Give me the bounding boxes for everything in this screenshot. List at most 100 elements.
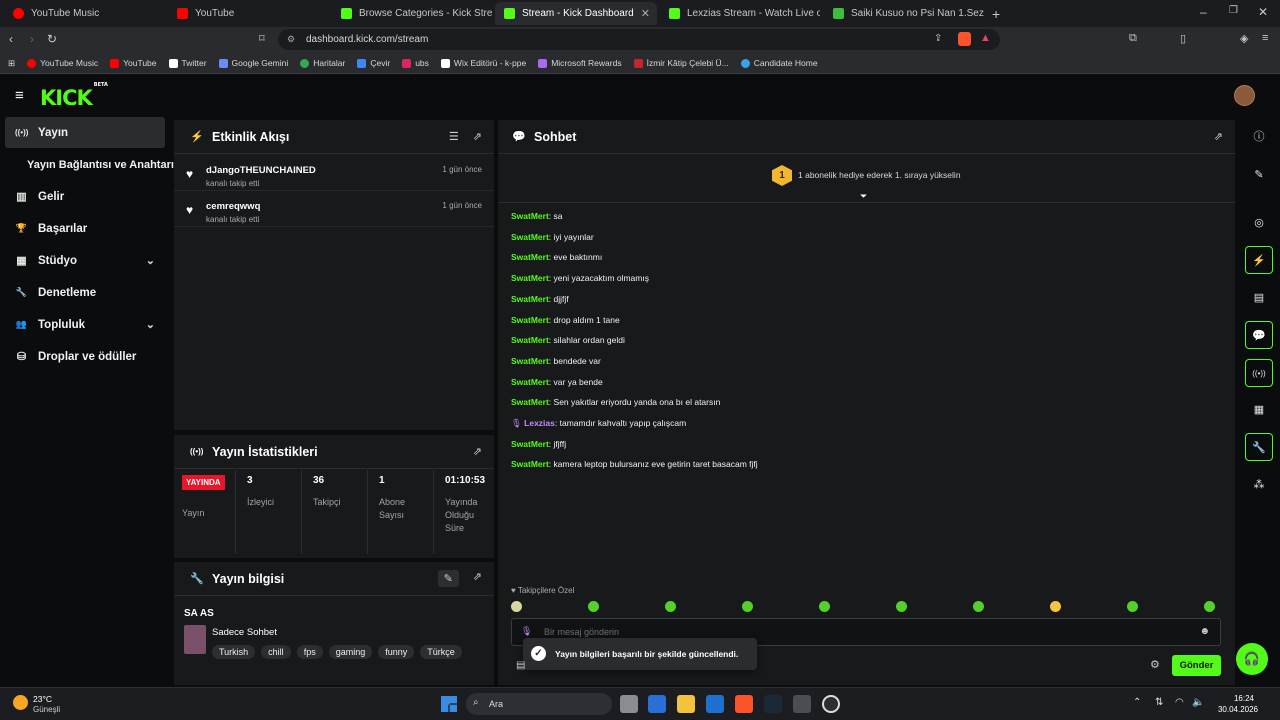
volume-icon[interactable]: 🔈 bbox=[1192, 697, 1204, 708]
sidebar-item-gelir[interactable]: ▥ Gelir bbox=[5, 181, 165, 212]
chat-username[interactable]: Lexzias bbox=[524, 418, 555, 428]
wrench-icon[interactable]: 🔧 bbox=[1245, 433, 1273, 461]
store-icon[interactable] bbox=[648, 695, 666, 713]
bookmark-youtube[interactable]: YouTube bbox=[104, 58, 162, 68]
bookmark-wix[interactable]: Wix Editörü - k-ppe bbox=[435, 58, 532, 68]
chat-username[interactable]: SwatMert bbox=[511, 232, 549, 242]
bookmark-twitter[interactable]: Twitter bbox=[163, 58, 213, 68]
brave-shields-icon[interactable] bbox=[958, 32, 971, 46]
reload-icon[interactable]: ↻ bbox=[47, 32, 57, 46]
emote-icon[interactable] bbox=[588, 601, 599, 612]
chat-promo-bar[interactable]: 1 1 abonelik hediye ederek 1. sıraya yük… bbox=[498, 155, 1235, 203]
emoji-icon[interactable]: ☻ bbox=[1199, 626, 1210, 637]
network-icon[interactable]: ⇅ bbox=[1155, 697, 1163, 708]
close-tab-icon[interactable]: ✕ bbox=[641, 7, 650, 20]
chat-settings-icon[interactable]: ▤ bbox=[516, 660, 525, 671]
kick-logo[interactable]: KICKBETA bbox=[40, 82, 108, 110]
popout-icon[interactable]: ⇗ bbox=[473, 130, 482, 143]
tab-youtube-music[interactable]: YouTube Music bbox=[4, 2, 169, 25]
wifi-icon[interactable]: ◠ bbox=[1175, 697, 1184, 708]
filter-icon[interactable]: ☰ bbox=[449, 130, 459, 143]
emote-icon[interactable] bbox=[819, 601, 830, 612]
chevron-down-icon[interactable]: ⌄ bbox=[146, 254, 155, 267]
extensions-icon[interactable]: ⧉ bbox=[1129, 32, 1137, 45]
back-icon[interactable]: ‹ bbox=[9, 32, 13, 46]
minimize-icon[interactable]: – bbox=[1200, 5, 1207, 19]
chat-username[interactable]: SwatMert bbox=[511, 459, 549, 469]
chat-username[interactable]: SwatMert bbox=[511, 397, 549, 407]
emote-icon[interactable] bbox=[511, 601, 522, 612]
chat-username[interactable]: SwatMert bbox=[511, 273, 549, 283]
clock-time[interactable]: 16:24 bbox=[1226, 694, 1262, 703]
tab-lexzias-stream[interactable]: Lexzias Stream - Watch Live on Kick bbox=[660, 2, 820, 25]
new-tab-icon[interactable]: + bbox=[992, 6, 1000, 22]
chat-username[interactable]: SwatMert bbox=[511, 294, 549, 304]
bookmark-candidate-home[interactable]: Candidate Home bbox=[735, 58, 824, 68]
tab-saiki-kusuo[interactable]: Saiki Kusuo no Psi Nan 1.Sezon 7.Bö bbox=[824, 2, 984, 25]
bookmark-ubs[interactable]: ubs bbox=[396, 58, 435, 68]
bookmark-maps[interactable]: Haritalar bbox=[294, 58, 351, 68]
chat-username[interactable]: SwatMert bbox=[511, 356, 549, 366]
lightning-icon[interactable]: ⚡ bbox=[1245, 246, 1273, 274]
close-window-icon[interactable]: ✕ bbox=[1258, 5, 1268, 19]
emote-icon[interactable] bbox=[1127, 601, 1138, 612]
send-button[interactable]: Gönder bbox=[1172, 655, 1221, 676]
tab-kick-dashboard[interactable]: Stream - Kick Dashboard ✕ bbox=[495, 2, 657, 25]
chat-username[interactable]: SwatMert bbox=[511, 252, 549, 262]
site-info-icon[interactable]: ⚙ bbox=[287, 34, 295, 45]
taskbar-search[interactable]: ⌕ Ara bbox=[466, 693, 612, 715]
edit-icon[interactable]: ✎ bbox=[437, 570, 459, 587]
emote-icon[interactable] bbox=[896, 601, 907, 612]
chevron-down-icon[interactable]: ⌄ bbox=[146, 318, 155, 331]
sidebar-item-droplar[interactable]: ⛁ Droplar ve ödüller bbox=[5, 341, 165, 372]
document-icon[interactable]: ▤ bbox=[1245, 283, 1273, 311]
edit-icon[interactable]: ✎ bbox=[1245, 160, 1273, 188]
emote-icon[interactable] bbox=[1204, 601, 1215, 612]
sidebar-item-denetleme[interactable]: 🔧 Denetleme bbox=[5, 277, 165, 308]
menu-icon[interactable]: ≡ bbox=[1262, 32, 1268, 44]
gear-icon[interactable]: ⚙ bbox=[1150, 658, 1160, 671]
file-explorer-icon[interactable] bbox=[677, 695, 695, 713]
vpn-icon[interactable]: ◈ bbox=[1240, 32, 1248, 45]
url-bar[interactable]: ⚙ dashboard.kick.com/stream ⇪ ▲ bbox=[278, 29, 1000, 50]
apps-icon[interactable]: ⊞ bbox=[0, 58, 21, 69]
bookmark-ikcu[interactable]: İzmir Kâtip Çelebi Ü... bbox=[628, 58, 735, 68]
sidebar-icon[interactable]: ▯ bbox=[1180, 32, 1186, 45]
sidebar-item-studyo[interactable]: ▦ Stüdyo ⌄ bbox=[5, 245, 165, 276]
bookmark-ms-rewards[interactable]: Microsoft Rewards bbox=[532, 58, 627, 68]
sidebar-item-yayin[interactable]: ((•)) Yayın bbox=[5, 117, 165, 148]
share-icon[interactable]: ⇪ bbox=[934, 33, 942, 44]
sidebar-item-topluluk[interactable]: 👥 Topluluk ⌄ bbox=[5, 309, 165, 340]
layout-icon[interactable]: ▦ bbox=[1245, 395, 1273, 423]
popout-icon[interactable]: ⇗ bbox=[473, 445, 482, 458]
tab-browse-categories[interactable]: Browse Categories - Kick Streaming bbox=[332, 2, 492, 25]
emote-icon[interactable] bbox=[1050, 601, 1061, 612]
bookmark-youtube-music[interactable]: YouTube Music bbox=[21, 58, 104, 68]
collapse-icon[interactable]: ⏷ bbox=[860, 191, 867, 202]
chat-username[interactable]: SwatMert bbox=[511, 211, 549, 221]
apps-icon[interactable]: ⁂ bbox=[1245, 470, 1273, 498]
start-icon[interactable] bbox=[441, 696, 457, 712]
popout-icon[interactable]: ⇗ bbox=[473, 570, 482, 587]
popout-icon[interactable]: ⇗ bbox=[1214, 130, 1223, 143]
forward-icon[interactable]: › bbox=[30, 32, 34, 46]
sidebar-item-stream-key[interactable]: Yayın Bağlantısı ve Anahtarı bbox=[17, 149, 175, 180]
url-text[interactable]: dashboard.kick.com/stream bbox=[306, 34, 428, 45]
tray-overflow-icon[interactable]: ⌃ bbox=[1133, 697, 1141, 708]
emote-icon[interactable] bbox=[665, 601, 676, 612]
broadcast-icon[interactable]: ((•)) bbox=[1245, 359, 1273, 387]
support-icon[interactable]: 🎧 bbox=[1236, 643, 1268, 675]
activity-user[interactable]: cemreqwwq bbox=[206, 201, 260, 212]
maximize-icon[interactable]: ❐ bbox=[1229, 5, 1238, 16]
tab-youtube[interactable]: YouTube bbox=[168, 2, 333, 25]
brave-rewards-icon[interactable]: ▲ bbox=[980, 32, 991, 44]
sidebar-item-basarilar[interactable]: 🏆 Başarılar bbox=[5, 213, 165, 244]
hamburger-menu-icon[interactable]: ≡ bbox=[15, 87, 24, 104]
obs-icon[interactable] bbox=[822, 695, 840, 713]
chat-bubble-icon[interactable]: 💬 bbox=[1245, 321, 1273, 349]
task-view-icon[interactable] bbox=[620, 695, 638, 713]
chat-username[interactable]: SwatMert bbox=[511, 439, 549, 449]
bookmark-gemini[interactable]: Google Gemini bbox=[213, 58, 295, 68]
emote-icon[interactable] bbox=[973, 601, 984, 612]
chat-username[interactable]: SwatMert bbox=[511, 315, 549, 325]
